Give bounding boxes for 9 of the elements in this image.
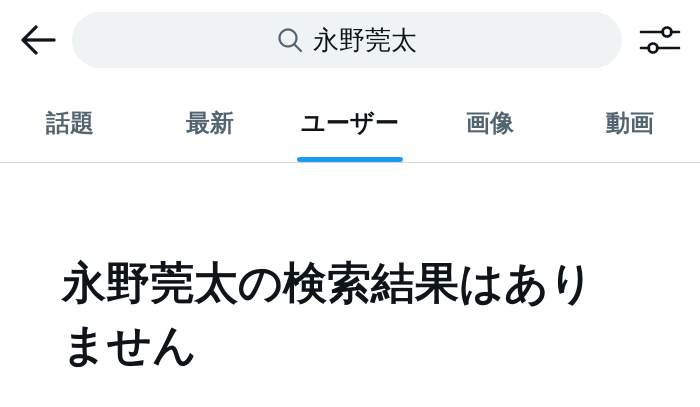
tab[interactable]: 動画	[560, 84, 700, 162]
search-field[interactable]: 永野莞太	[72, 12, 622, 68]
back-button[interactable]	[20, 24, 56, 56]
tab[interactable]: 話題	[0, 84, 140, 162]
tab[interactable]: ユーザー	[280, 84, 420, 162]
search-icon	[277, 27, 303, 53]
no-results-heading: 永野莞太の検索結果はありません	[62, 258, 595, 372]
tab[interactable]: 画像	[420, 84, 560, 162]
tab[interactable]: 最新	[140, 84, 280, 162]
